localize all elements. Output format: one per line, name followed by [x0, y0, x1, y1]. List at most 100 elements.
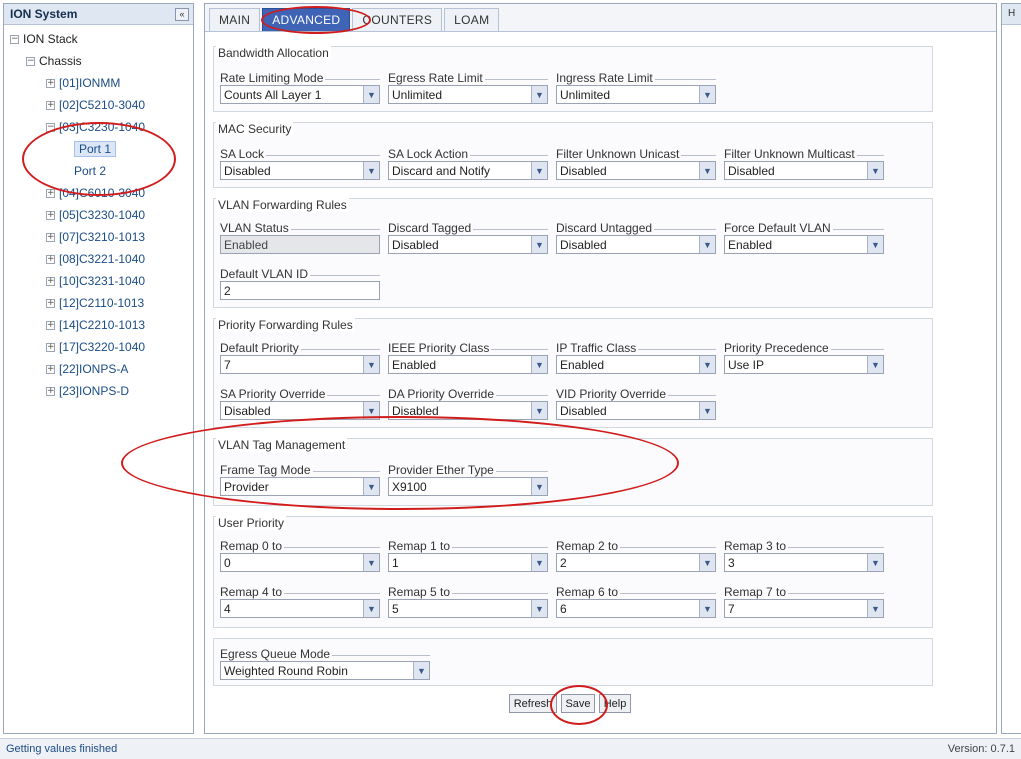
tab-main[interactable]: MAIN [209, 8, 261, 31]
chevron-down-icon: ▼ [867, 600, 883, 617]
remap-4-select[interactable]: 4 ▼ [220, 599, 380, 618]
force-default-vlan-select[interactable]: Enabled ▼ [724, 235, 884, 254]
section-title: VLAN Forwarding Rules [216, 198, 349, 212]
filter-unknown-unicast-field: Filter Unknown Unicast Disabled ▼ [556, 147, 716, 183]
chevron-down-icon: ▼ [531, 554, 547, 571]
collapse-icon[interactable]: − [46, 122, 55, 132]
sa-priority-override-select[interactable]: Disabled ▼ [220, 401, 380, 420]
tree-node-port-2[interactable]: Port 2 [10, 160, 193, 182]
chevron-down-icon: ▼ [867, 236, 883, 253]
tree-node-module[interactable]: − [03]C3230-1040 [10, 116, 193, 138]
filter-unknown-multicast-select[interactable]: Disabled ▼ [724, 161, 884, 180]
vlan-forwarding-section: VLAN Forwarding Rules VLAN Status Enable… [213, 198, 933, 308]
remap-1-select[interactable]: 1 ▼ [388, 553, 548, 572]
default-vlan-id-input[interactable]: 2 [220, 281, 380, 300]
tree-node-module[interactable]: + [02]C5210-3040 [10, 94, 193, 116]
tree-node-module[interactable]: + [17]C3220-1040 [10, 336, 193, 358]
remap-2-select[interactable]: 2 ▼ [556, 553, 716, 572]
remap-3-field: Remap 3 to 3 ▼ [724, 539, 884, 575]
user-priority-section: User Priority Remap 0 to 0 ▼ Remap 1 to 1… [213, 516, 933, 628]
chevron-down-icon: ▼ [531, 478, 547, 495]
tree-node-module[interactable]: + [14]C2210-1013 [10, 314, 193, 336]
sa-lock-select[interactable]: Disabled ▼ [220, 161, 380, 180]
expand-icon[interactable]: + [46, 342, 55, 352]
tab-counters[interactable]: COUNTERS [352, 8, 443, 31]
expand-icon[interactable]: + [46, 210, 55, 220]
expand-icon[interactable]: + [46, 320, 55, 330]
tree-node-module[interactable]: + [08]C3221-1040 [10, 248, 193, 270]
tree-node-module[interactable]: + [10]C3231-1040 [10, 270, 193, 292]
remap-5-field: Remap 5 to 5 ▼ [388, 585, 548, 621]
expand-icon[interactable]: + [46, 254, 55, 264]
tree-node-chassis[interactable]: − Chassis [10, 50, 193, 72]
tree-node-port-1[interactable]: Port 1 [10, 138, 193, 160]
chevron-down-icon: ▼ [363, 402, 379, 419]
remap-6-field: Remap 6 to 6 ▼ [556, 585, 716, 621]
tree-node-module[interactable]: + [01]IONMM [10, 72, 193, 94]
priority-precedence-select[interactable]: Use IP ▼ [724, 355, 884, 374]
discard-tagged-select[interactable]: Disabled ▼ [388, 235, 548, 254]
vid-priority-override-select[interactable]: Disabled ▼ [556, 401, 716, 420]
egress-queue-mode-select[interactable]: Weighted Round Robin ▼ [220, 661, 430, 680]
ip-traffic-class-select[interactable]: Enabled ▼ [556, 355, 716, 374]
expand-icon[interactable]: + [46, 188, 55, 198]
remap-0-select[interactable]: 0 ▼ [220, 553, 380, 572]
remap-7-select[interactable]: 7 ▼ [724, 599, 884, 618]
tree-node-module[interactable]: + [12]C2110-1013 [10, 292, 193, 314]
ingress-rate-limit-select[interactable]: Unlimited ▼ [556, 85, 716, 104]
device-tree: − ION Stack − Chassis + [01]IONMM + [02]… [4, 25, 193, 402]
version-text: Version: 0.7.1 [947, 743, 1015, 755]
collapse-icon[interactable]: − [10, 34, 19, 44]
collapse-panel-button[interactable]: « [175, 7, 189, 21]
remap-5-select[interactable]: 5 ▼ [388, 599, 548, 618]
collapse-icon[interactable]: − [26, 56, 35, 66]
discard-untagged-select[interactable]: Disabled ▼ [556, 235, 716, 254]
tree-node-module[interactable]: + [07]C3210-1013 [10, 226, 193, 248]
remap-6-select[interactable]: 6 ▼ [556, 599, 716, 618]
section-title: Priority Forwarding Rules [216, 318, 355, 332]
section-title: MAC Security [216, 122, 294, 136]
tree-node-module[interactable]: + [05]C3230-1040 [10, 204, 193, 226]
refresh-button[interactable]: Refresh [509, 694, 557, 713]
tree-node-module[interactable]: + [22]IONPS-A [10, 358, 193, 380]
frame-tag-mode-select[interactable]: Provider ▼ [220, 477, 380, 496]
help-button[interactable]: Help [599, 694, 631, 713]
device-config-panel: MAIN ADVANCED COUNTERS LOAM Bandwidth Al… [121, 3, 997, 734]
remap-2-field: Remap 2 to 2 ▼ [556, 539, 716, 575]
section-title: Bandwidth Allocation [216, 46, 331, 60]
rate-limiting-mode-select[interactable]: Counts All Layer 1 ▼ [220, 85, 380, 104]
expand-icon[interactable]: + [46, 386, 55, 396]
tree-node-module[interactable]: + [23]IONPS-D [10, 380, 193, 402]
expand-icon[interactable]: + [46, 364, 55, 374]
egress-queue-mode-field: Egress Queue Mode Weighted Round Robin ▼ [220, 647, 430, 683]
sa-lock-action-select[interactable]: Discard and Notify ▼ [388, 161, 548, 180]
tree-node-ion-stack[interactable]: − ION Stack [10, 28, 193, 50]
remap-3-select[interactable]: 3 ▼ [724, 553, 884, 572]
chevron-down-icon: ▼ [531, 402, 547, 419]
chevron-down-icon: ▼ [699, 554, 715, 571]
filter-unknown-unicast-select[interactable]: Disabled ▼ [556, 161, 716, 180]
chevron-down-icon: ▼ [363, 86, 379, 103]
default-priority-select[interactable]: 7 ▼ [220, 355, 380, 374]
provider-ether-type-select[interactable]: X9100 ▼ [388, 477, 548, 496]
vlan-status-input: Enabled [220, 235, 380, 254]
chevron-down-icon: ▼ [363, 162, 379, 179]
da-priority-override-select[interactable]: Disabled ▼ [388, 401, 548, 420]
expand-icon[interactable]: + [46, 298, 55, 308]
chevron-down-icon: ▼ [867, 554, 883, 571]
tab-advanced[interactable]: ADVANCED [262, 8, 351, 31]
expand-icon[interactable]: + [46, 100, 55, 110]
save-button[interactable]: Save [561, 694, 595, 713]
egress-rate-limit-select[interactable]: Unlimited ▼ [388, 85, 548, 104]
expand-icon[interactable]: + [46, 276, 55, 286]
ieee-priority-class-select[interactable]: Enabled ▼ [388, 355, 548, 374]
chevron-down-icon: ▼ [531, 600, 547, 617]
expand-icon[interactable]: + [46, 232, 55, 242]
tree-node-module[interactable]: + [04]C6010-3040 [10, 182, 193, 204]
expand-icon[interactable]: + [46, 78, 55, 88]
chevron-down-icon: ▼ [363, 356, 379, 373]
remap-0-field: Remap 0 to 0 ▼ [220, 539, 380, 575]
right-panel: H [1001, 3, 1021, 734]
tab-loam[interactable]: LOAM [444, 8, 500, 31]
frame-tag-mode-field: Frame Tag Mode Provider ▼ [220, 463, 380, 499]
